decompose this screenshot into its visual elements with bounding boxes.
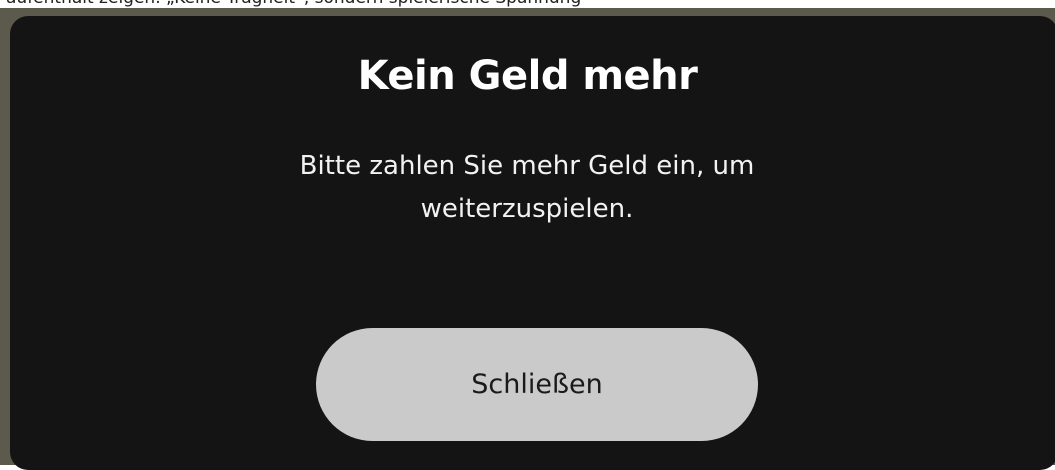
dialog-message: Bitte zahlen Sie mehr Geld ein, um weite… <box>299 151 755 224</box>
background-page-text: aufenthalt zeigen. „Keine Trägheit“, son… <box>0 0 1055 8</box>
dialog-title: Kein Geld mehr <box>357 53 698 99</box>
close-button[interactable]: Schließen <box>316 328 758 441</box>
